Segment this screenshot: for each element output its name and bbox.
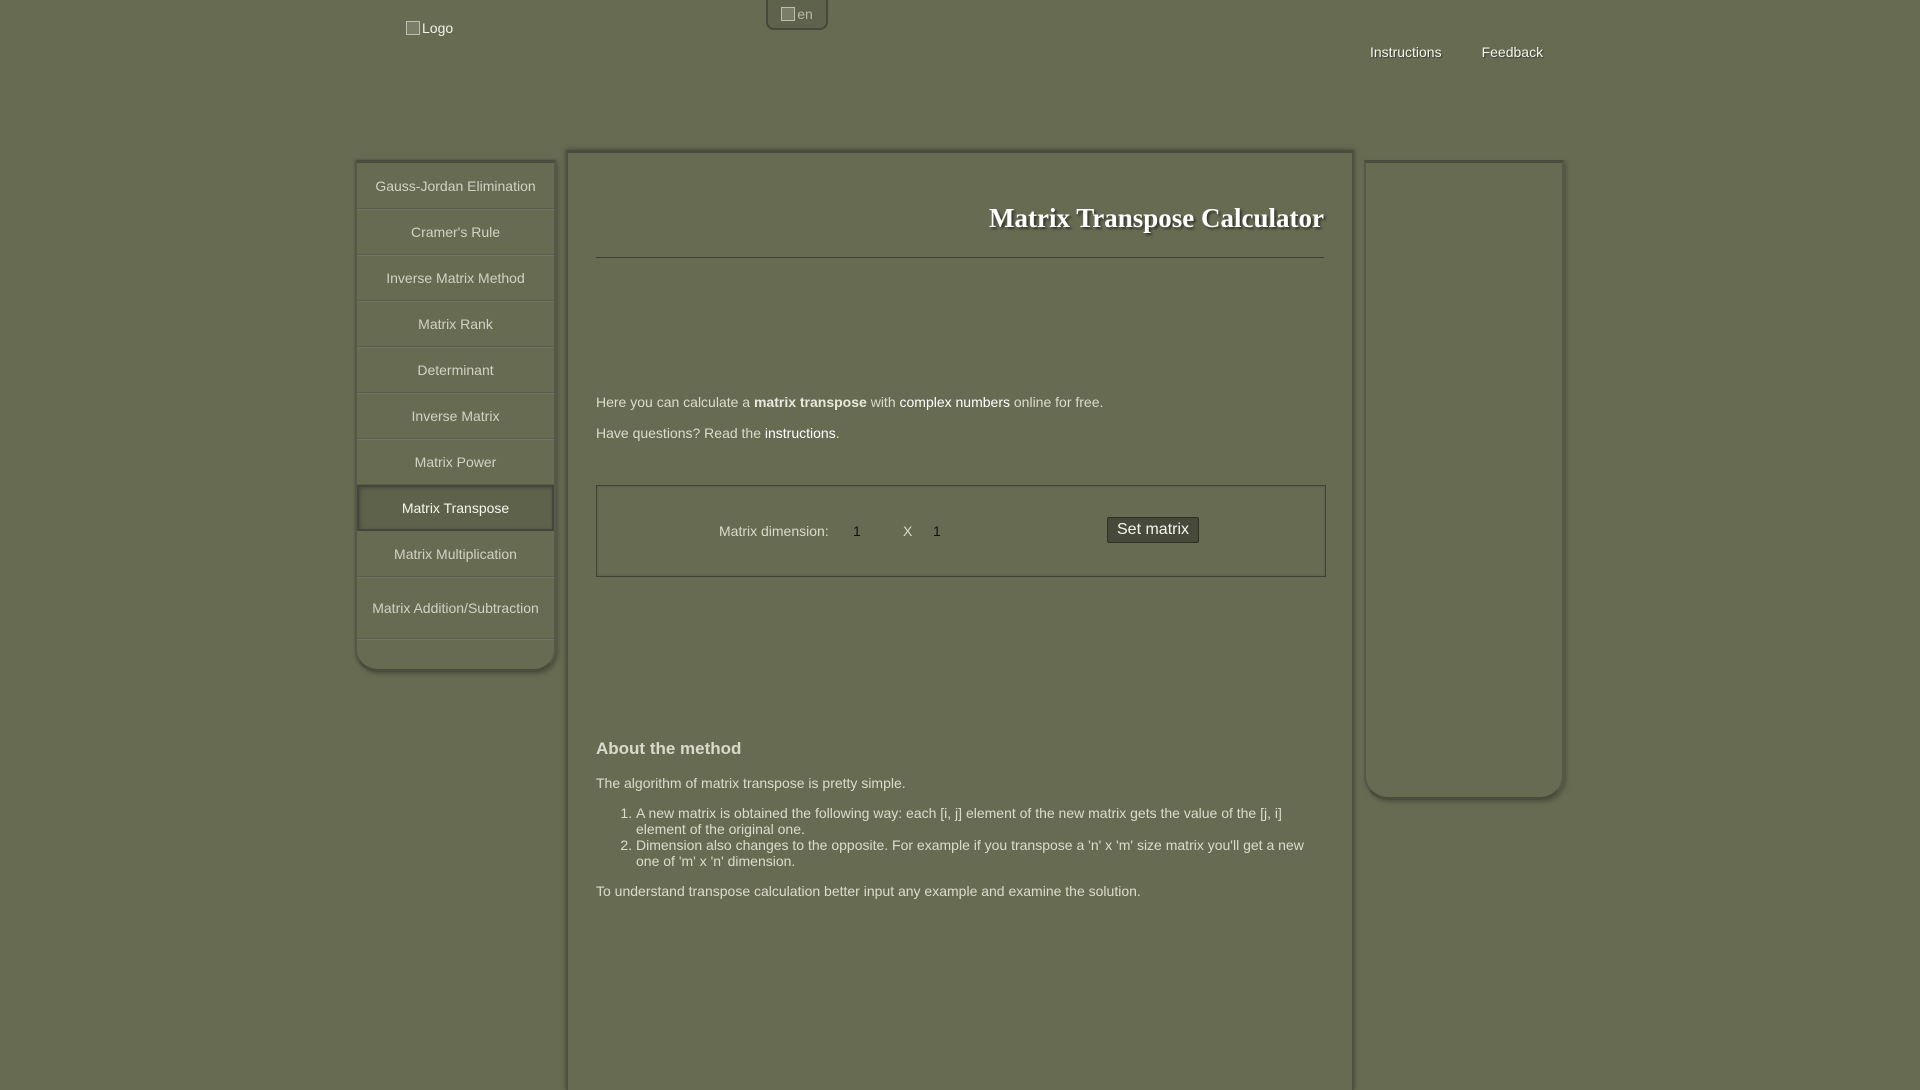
matrix-dimension-panel: Matrix dimension: X Set matrix [596, 485, 1326, 577]
broken-image-icon [406, 21, 420, 35]
page-title: Matrix Transpose Calculator [989, 203, 1324, 233]
sidebar-item-determinant[interactable]: Determinant [357, 347, 554, 393]
about-closing-paragraph: To understand transpose calculation bett… [596, 883, 1141, 899]
sidebar-item-inverse-matrix[interactable]: Inverse Matrix [357, 393, 554, 439]
list-item: Dimension also changes to the opposite. … [636, 837, 1326, 869]
sidebar-item-matrix-multiplication[interactable]: Matrix Multiplication [357, 531, 554, 577]
list-item: A new matrix is obtained the following w… [636, 805, 1326, 837]
intro-suffix: online for free. [1010, 394, 1104, 410]
sidebar-item-matrix-power[interactable]: Matrix Power [357, 439, 554, 485]
sidebar-item-inverse-matrix-method[interactable]: Inverse Matrix Method [357, 255, 554, 301]
sidebar-item-matrix-rank[interactable]: Matrix Rank [357, 301, 554, 347]
set-matrix-button[interactable]: Set matrix [1107, 517, 1200, 543]
language-selector[interactable]: en [766, 0, 828, 30]
intro-bold: matrix transpose [753, 394, 867, 410]
language-alt-text: en [797, 6, 813, 22]
about-heading: About the method [596, 739, 742, 758]
rows-input[interactable] [853, 522, 893, 540]
dimension-separator: X [903, 523, 913, 539]
about-paragraph: The algorithm of matrix transpose is pre… [596, 775, 906, 791]
title-divider [596, 257, 1324, 258]
sidebar-item-gauss-jordan[interactable]: Gauss-Jordan Elimination [357, 163, 554, 209]
matrix-dimension-label: Matrix dimension: [719, 523, 829, 539]
intro-prefix: Here you can calculate a [596, 394, 754, 410]
instructions-link[interactable]: Instructions [1370, 44, 1442, 60]
instructions-inline-link[interactable]: instructions [765, 425, 836, 441]
calculator-sidebar: Gauss-Jordan Elimination Cramer's Rule I… [356, 160, 556, 672]
right-side-panel [1364, 160, 1564, 800]
main-content: Matrix Transpose Calculator Here you can… [566, 150, 1354, 1090]
intro-mid: with [866, 394, 900, 410]
feedback-link[interactable]: Feedback [1482, 44, 1543, 60]
questions-prefix: Have questions? Read the [596, 425, 765, 441]
intro-text: Here you can calculate a matrix transpos… [596, 387, 1326, 449]
questions-suffix: . [835, 425, 840, 441]
about-steps: A new matrix is obtained the following w… [596, 805, 1326, 869]
cols-input[interactable] [933, 522, 973, 540]
flag-icon [781, 7, 796, 21]
logo[interactable]: Logo [406, 20, 453, 36]
logo-alt-text: Logo [422, 20, 454, 36]
sidebar-item-matrix-addition-subtraction[interactable]: Matrix Addition/Subtraction [357, 577, 554, 639]
top-nav: Instructions Feedback [1370, 44, 1543, 60]
sidebar-item-cramers-rule[interactable]: Cramer's Rule [357, 209, 554, 255]
sidebar-item-matrix-transpose[interactable]: Matrix Transpose [357, 485, 554, 531]
complex-numbers-link[interactable]: complex numbers [900, 394, 1011, 410]
